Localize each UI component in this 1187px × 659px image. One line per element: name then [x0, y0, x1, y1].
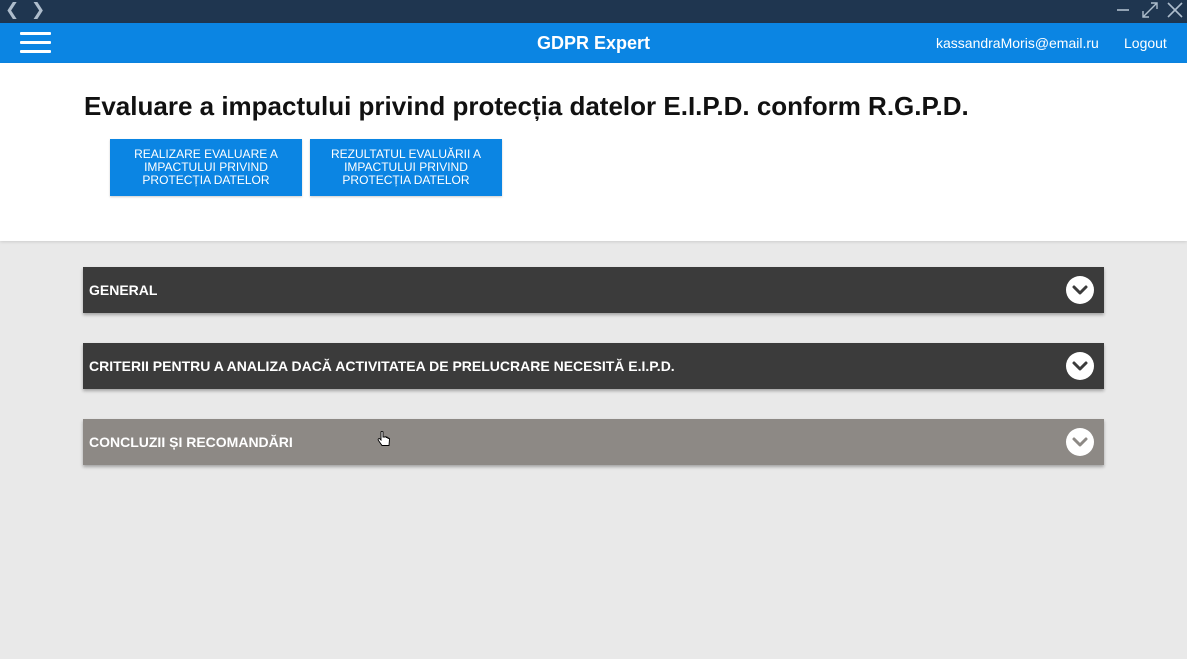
- page-title: Evaluare a impactului privind protecția …: [84, 91, 969, 121]
- minimize-icon[interactable]: [1115, 0, 1133, 23]
- section-label: GENERAL: [89, 282, 158, 298]
- section-general[interactable]: GENERAL: [83, 267, 1104, 313]
- chevron-down-icon[interactable]: [1066, 352, 1094, 380]
- section-label: CONCLUZII ȘI RECOMANDĂRI: [89, 434, 293, 450]
- assessment-result-button[interactable]: REZULTATUL EVALUĂRII A IMPACTULUI PRIVIN…: [310, 139, 502, 196]
- chevron-down-icon[interactable]: [1066, 276, 1094, 304]
- perform-assessment-button[interactable]: REALIZARE EVALUARE A IMPACTULUI PRIVIND …: [110, 139, 302, 196]
- hamburger-menu-icon[interactable]: [20, 32, 51, 54]
- page-header-panel: Evaluare a impactului privind protecția …: [0, 63, 1187, 241]
- close-icon[interactable]: [1166, 0, 1184, 23]
- chevron-left-icon[interactable]: ❮: [5, 0, 19, 23]
- chevron-right-icon[interactable]: ❯: [31, 0, 45, 23]
- chevron-down-icon[interactable]: [1066, 428, 1094, 456]
- section-label: CRITERII PENTRU A ANALIZA DACĂ ACTIVITAT…: [89, 358, 675, 374]
- user-email: kassandraMoris@email.ru: [936, 35, 1099, 51]
- logout-link[interactable]: Logout: [1124, 23, 1167, 63]
- app-header: GDPR Expert kassandraMoris@email.ru Logo…: [0, 23, 1187, 63]
- hand-cursor-icon: [377, 430, 391, 447]
- section-conclusions[interactable]: CONCLUZII ȘI RECOMANDĂRI: [83, 419, 1104, 465]
- window-titlebar: ❮ ❯: [0, 0, 1187, 23]
- expand-icon[interactable]: [1140, 0, 1160, 23]
- section-criteria[interactable]: CRITERII PENTRU A ANALIZA DACĂ ACTIVITAT…: [83, 343, 1104, 389]
